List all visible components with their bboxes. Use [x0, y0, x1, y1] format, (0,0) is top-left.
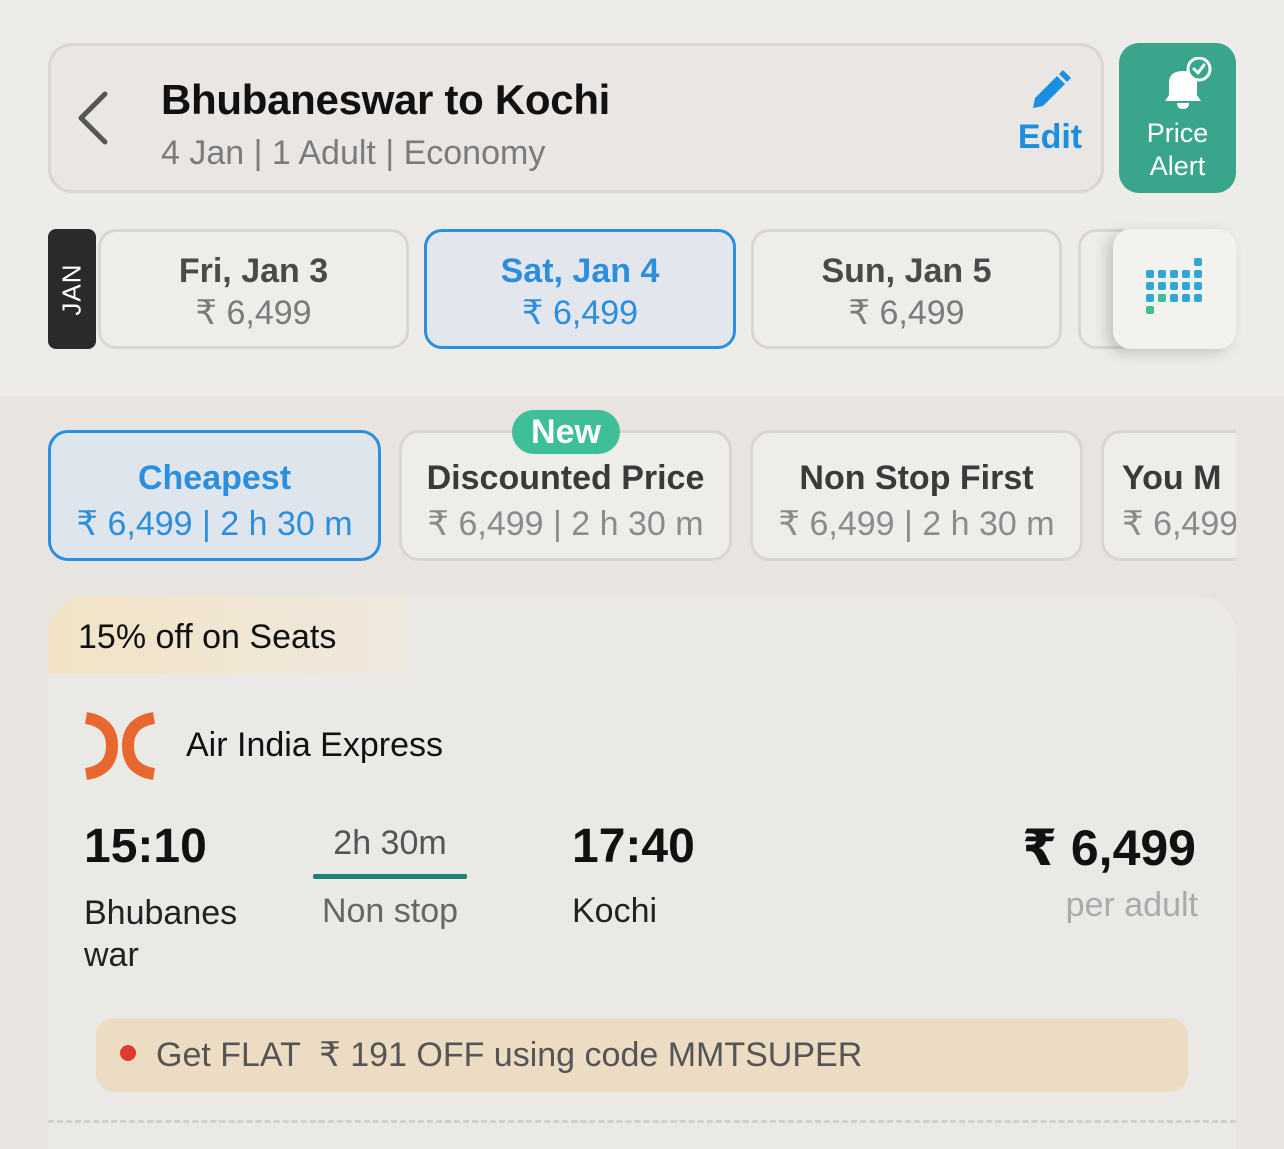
date-card-jan-3[interactable]: Fri, Jan 3 ₹ 6,499: [98, 229, 409, 349]
sort-tab-title: You M: [1122, 459, 1222, 497]
date-day: Sat, Jan 4: [500, 252, 660, 290]
date-price: ₹ 6,499: [195, 294, 312, 332]
date-price: ₹ 6,499: [848, 294, 965, 332]
edit-button[interactable]: Edit: [1015, 68, 1085, 157]
air-india-express-logo-icon: [84, 712, 156, 780]
sort-tab-meta: ₹ 6,499: [1122, 505, 1236, 543]
price-unit: per adult: [1065, 886, 1198, 924]
coupon-text: Get FLAT ₹ 191 OFF using code MMTSUPER: [156, 1036, 863, 1074]
date-price: ₹ 6,499: [521, 294, 639, 332]
departure-city: Bhubanes war: [84, 894, 238, 974]
route-subtitle: 4 Jan | 1 Adult | Economy: [161, 134, 546, 172]
airline-name: Air India Express: [186, 726, 443, 764]
arrival-time: 17:40: [572, 820, 695, 873]
sort-tab-title: Non Stop First: [799, 459, 1034, 497]
chevron-left-icon: [78, 91, 108, 145]
sort-tab-title: Discounted Price: [426, 459, 705, 497]
coupon-banner[interactable]: Get FLAT ₹ 191 OFF using code MMTSUPER: [96, 1018, 1188, 1092]
arrival-city: Kochi: [572, 892, 658, 930]
sort-tab-partial[interactable]: You M ₹ 6,499: [1101, 430, 1236, 561]
dashed-divider: [48, 1120, 1236, 1123]
duration-line: [313, 874, 467, 879]
departure-time: 15:10: [84, 820, 207, 873]
pencil-icon: [1033, 70, 1071, 108]
edit-label: Edit: [1017, 118, 1083, 156]
month-tag: JAN: [48, 229, 96, 349]
price-alert-label: Price Alert: [1146, 118, 1209, 181]
offer-text: 15% off on Seats: [78, 618, 337, 656]
calendar-button[interactable]: [1113, 229, 1236, 349]
flight-price: ₹ 6,499: [1022, 820, 1196, 876]
flight-duration: 2h 30m: [333, 824, 447, 862]
stops-label: Non stop: [321, 892, 459, 930]
date-day: Fri, Jan 3: [178, 252, 329, 290]
red-dot-icon: [120, 1045, 136, 1061]
date-day: Sun, Jan 5: [821, 252, 992, 290]
flight-card[interactable]: 15% off on Seats Air India Express 15:10…: [48, 596, 1236, 1149]
sort-tab-title: Cheapest: [137, 459, 292, 497]
bell-check-icon: [1165, 57, 1212, 109]
back-button[interactable]: [69, 86, 117, 150]
flight-card-body: Air India Express 15:10 Bhubanes war 2h 3…: [48, 674, 1236, 1149]
month-label: JAN: [56, 262, 87, 316]
sort-tab-meta: ₹ 6,499 | 2 h 30 m: [427, 505, 704, 543]
sort-tab-meta: ₹ 6,499 | 2 h 30 m: [76, 505, 353, 543]
new-badge: New: [512, 410, 620, 454]
sort-tab-meta: ₹ 6,499 | 2 h 30 m: [778, 505, 1055, 543]
route-title: Bhubaneswar to Kochi: [161, 76, 611, 123]
sort-tab-non-stop-first[interactable]: Non Stop First ₹ 6,499 | 2 h 30 m: [750, 430, 1083, 561]
date-card-jan-4[interactable]: Sat, Jan 4 ₹ 6,499: [424, 229, 736, 349]
sort-tab-cheapest[interactable]: Cheapest ₹ 6,499 | 2 h 30 m: [48, 430, 381, 561]
search-summary-card[interactable]: Bhubaneswar to Kochi 4 Jan | 1 Adult | E…: [48, 43, 1104, 193]
calendar-grid-icon: [1145, 258, 1202, 314]
price-alert-button[interactable]: Price Alert: [1119, 43, 1236, 193]
date-card-jan-5[interactable]: Sun, Jan 5 ₹ 6,499: [751, 229, 1062, 349]
offer-strip: 15% off on Seats: [48, 596, 410, 676]
